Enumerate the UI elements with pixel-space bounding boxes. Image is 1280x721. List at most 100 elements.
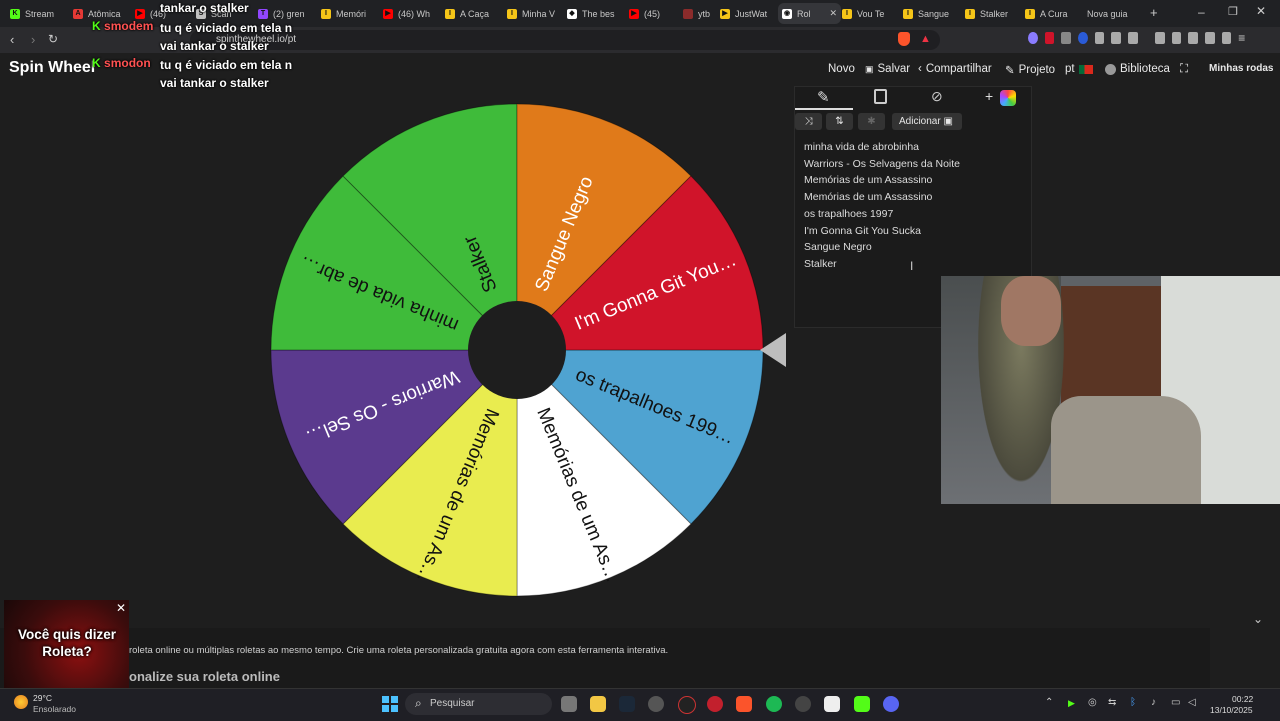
salvar-button[interactable]: ▣ Salvar [865,63,910,75]
browser-tab[interactable]: ◉ Rol ✕ [778,3,841,24]
extension-icon[interactable] [1044,32,1055,44]
leo-icon[interactable] [1204,32,1215,44]
taskbar-search[interactable]: ⌕ Pesquisar [405,693,552,715]
shuffle-button[interactable]: ⤨ [795,113,822,130]
customize-colors-icon[interactable] [1000,90,1016,106]
add-wheel-icon[interactable]: + [985,88,993,104]
windows-start-icon[interactable] [382,696,398,712]
kick-icon[interactable] [854,696,870,712]
sidebar-icon[interactable] [1171,32,1182,44]
chevron-down-icon[interactable]: ⌄ [1253,612,1263,626]
tab-favicon-icon: I [445,8,455,19]
extension-icon[interactable] [1094,32,1105,44]
file-explorer-icon[interactable] [590,696,606,712]
minhas-rodas-button[interactable]: Minhas rodas [1209,63,1273,74]
entry-line[interactable]: minha vida de abrobinha [804,141,919,153]
projeto-button[interactable]: ✎ Projeto [1005,63,1055,77]
browser-tab[interactable]: I Sangue [903,3,958,24]
app-icon[interactable] [648,696,664,712]
microphone-icon[interactable]: ♪ [1151,697,1156,708]
maximize-icon[interactable]: ❐ [1228,5,1238,18]
weather-temp[interactable]: 29°C [33,693,52,703]
hidden-tab-icon[interactable]: ⊘ [931,88,943,105]
new-tab-icon[interactable]: + [1150,5,1158,20]
tab-title: JustWat [735,8,768,19]
entry-line[interactable]: Sangue Negro [804,241,872,253]
wallet-icon[interactable] [1188,32,1198,44]
compartilhar-button[interactable]: ‹ Compartilhar [918,63,992,75]
close-window-icon[interactable]: ✕ [1256,4,1266,18]
extension-icon[interactable] [1061,32,1072,44]
media-icon[interactable] [1154,32,1165,44]
minimize-icon[interactable]: – [1198,5,1205,19]
browser-tab[interactable]: ytb [683,3,713,24]
browser-tab[interactable]: ◆ The bes [567,3,622,24]
language-button[interactable]: pt [1065,63,1093,75]
file-icon[interactable] [824,696,840,712]
entry-line[interactable]: Stalker [804,258,837,270]
entry-line[interactable]: Memórias de um Assassino [804,174,932,186]
close-icon[interactable]: ✕ [116,601,126,615]
extension-icon[interactable] [1128,32,1138,44]
browser-tab[interactable]: I Stalker [965,3,1020,24]
sort-button[interactable]: ⇅ [826,113,853,130]
tab-favicon-icon: T [258,8,268,19]
clock-date[interactable]: 13/10/2025 [1210,705,1253,715]
back-icon[interactable]: ‹ [10,32,14,47]
browser-tab[interactable]: I Vou Te [842,3,897,24]
reload-icon[interactable]: ↻ [48,32,58,46]
browser-tab[interactable]: ▶ (45) [629,3,679,24]
brave-icon[interactable] [736,696,752,712]
browser-tab[interactable]: I A Cura [1025,3,1080,24]
fullscreen-button[interactable]: ⛶ [1180,63,1188,76]
adicionar-image-button[interactable]: Adicionar ▣ [892,113,962,130]
browser-tab[interactable]: ▶ JustWat [720,3,775,24]
biblioteca-button[interactable]: Biblioteca [1105,63,1170,75]
chevron-up-icon[interactable]: ⌃ [1045,697,1053,708]
browser-tab[interactable]: K Stream [10,3,65,24]
wheel-center-hub[interactable] [468,301,566,399]
clock-time[interactable]: 00:22 [1232,694,1253,704]
tab-favicon-icon: I [321,8,331,19]
menu-icon[interactable]: ≡ [1238,32,1248,44]
weather-sun-icon[interactable] [14,695,28,709]
volume-icon[interactable]: ◁ [1188,697,1196,708]
weather-desc[interactable]: Ensolarado [33,704,76,714]
browser-tab[interactable]: Nova guia [1087,3,1142,24]
steam-icon[interactable] [619,696,635,712]
vpn-icon[interactable] [1221,32,1232,44]
extension-icon[interactable] [1078,32,1088,44]
entry-line[interactable]: os trapalhoes 1997 [804,208,893,220]
discord-icon[interactable] [883,696,899,712]
app-icon[interactable] [678,696,696,714]
forward-icon[interactable]: › [31,32,35,47]
extension-icon[interactable] [1028,32,1038,44]
browser-tab[interactable]: I Minha V [507,3,562,24]
edit-tab-icon[interactable]: ✎ [817,88,830,106]
browser-tab[interactable]: ▶ (46) Wh [383,3,438,24]
spotify-icon[interactable] [766,696,782,712]
task-view-icon[interactable] [561,696,577,712]
app-icon[interactable] [795,696,811,712]
close-tab-icon[interactable]: ✕ [830,8,838,19]
entry-line[interactable]: Warriors - Os Selvagens da Noite [804,158,960,170]
puzzle-icon[interactable] [1111,32,1122,44]
spin-wheel[interactable]: os trapalhoes 199…Memórias de um As…Memó… [260,92,790,608]
entry-line[interactable]: Memórias de um Assassino [804,191,932,203]
settings-button[interactable]: ✱ [858,113,885,130]
browser-tab[interactable]: I A Caça [445,3,500,24]
entry-line[interactable]: I'm Gonna Git You Sucka [804,225,921,237]
promo-ad[interactable]: Você quis dizer Roleta? ✕ [4,600,129,688]
results-tab-icon[interactable] [874,89,887,104]
network-icon[interactable]: ▭ [1171,697,1180,708]
browser-tab[interactable]: I Memóri [321,3,376,24]
brave-shield-icon[interactable] [898,32,910,46]
opera-gx-icon[interactable] [707,696,723,712]
brave-rewards-icon[interactable]: ▲ [920,33,931,45]
site-logo[interactable]: Spin Wheel [9,59,95,77]
bluetooth-icon[interactable]: ᛒ [1130,697,1136,708]
tray-icon[interactable]: ⇆ [1108,697,1116,708]
novo-button[interactable]: Novo [828,63,855,75]
tray-icon[interactable]: ◎ [1088,697,1097,708]
play-icon[interactable]: ▶ [1068,698,1075,709]
